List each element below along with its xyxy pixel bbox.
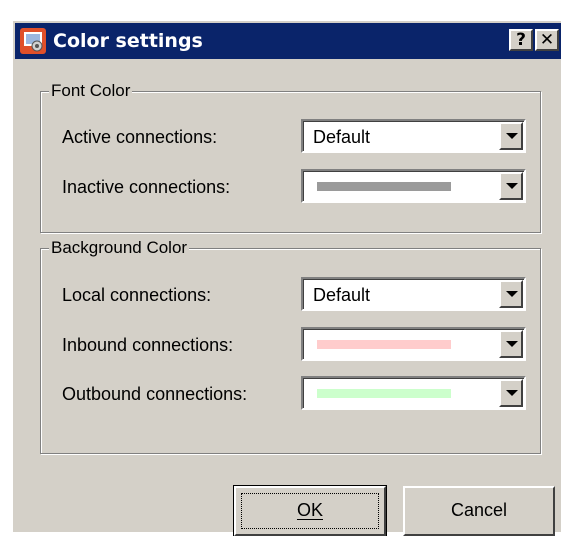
outbound-connections-select[interactable] [301,376,526,410]
inactive-connections-select[interactable] [301,169,526,203]
active-connections-label: Active connections: [62,127,218,147]
ok-button-label: OK [296,500,323,520]
outbound-connections-swatch [317,389,451,398]
local-connections-select[interactable]: Default [301,277,526,311]
inbound-connections-swatch [317,340,451,349]
cancel-button[interactable]: Cancel [403,486,555,536]
active-connections-dropdown-button[interactable] [499,122,523,150]
window-title: Color settings [53,30,203,52]
chevron-down-icon [506,183,518,189]
chevron-down-icon [506,390,518,396]
inbound-connections-dropdown-button[interactable] [499,330,523,358]
local-connections-dropdown-button[interactable] [499,280,523,308]
inbound-connections-label: Inbound connections: [62,335,234,355]
title-bar[interactable]: Color settings ? ✕ [15,23,561,59]
chevron-down-icon [506,291,518,297]
outbound-connections-dropdown-button[interactable] [499,379,523,407]
ok-button[interactable]: OK [233,485,387,536]
background-color-legend: Background Color [49,237,190,259]
active-connections-select[interactable]: Default [301,119,526,153]
chevron-down-icon [506,341,518,347]
chevron-down-icon [506,133,518,139]
local-connections-value: Default [313,285,371,305]
inbound-connections-select[interactable] [301,327,526,361]
background-color-group: Background Color Local connections: Defa… [40,237,541,454]
help-button[interactable]: ? [509,29,533,51]
local-connections-label: Local connections: [62,285,212,305]
inactive-connections-dropdown-button[interactable] [499,172,523,200]
cancel-button-label: Cancel [450,500,508,520]
font-color-group: Font Color Active connections: Default I… [40,80,541,233]
close-button[interactable]: ✕ [535,29,559,51]
active-connections-value: Default [313,127,371,147]
inactive-connections-label: Inactive connections: [62,177,231,197]
inactive-connections-swatch [317,182,451,191]
font-color-legend: Font Color [49,80,133,102]
app-settings-icon [20,28,46,54]
color-settings-dialog: Color settings ? ✕ Font Color Active con… [12,20,561,536]
outbound-connections-label: Outbound connections: [62,384,248,404]
